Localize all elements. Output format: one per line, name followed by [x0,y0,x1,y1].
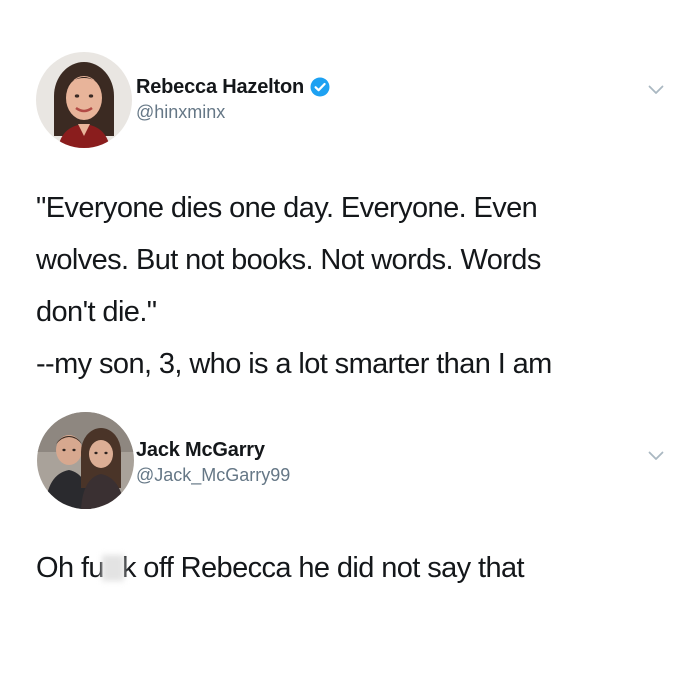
tweet-text-line: --my son, 3, who is a lot smarter than I… [36,348,552,380]
avatar[interactable] [37,412,134,509]
display-name[interactable]: Jack McGarry [136,439,265,462]
censor-blur-icon [101,555,124,581]
profile-photo-couple-icon [37,412,134,509]
display-name-row: Jack McGarry [136,437,290,463]
tweet-text-line: don't die." [36,296,157,328]
tweet-text: Oh fu k off Rebecca he did not say that [36,542,676,594]
handle[interactable]: @hinxminx [136,102,330,123]
display-name-row: Rebecca Hazelton [136,74,330,100]
tweet-text-before-censor: Oh fu [36,552,105,584]
display-name[interactable]: Rebecca Hazelton [136,76,304,99]
verified-badge-icon [310,77,330,97]
tweet-text-line: "Everyone dies one day. Everyone. Even [36,192,538,224]
chevron-down-icon[interactable] [648,82,664,94]
tweet-author: Rebecca Hazelton @hinxminx [136,74,330,123]
avatar[interactable] [36,52,132,148]
tweet-text: "Everyone dies one day. Everyone. Even w… [36,182,676,390]
tweet-text-line: wolves. But not books. Not words. Words [36,244,541,276]
tweet-author: Jack McGarry @Jack_McGarry99 [136,437,290,486]
profile-photo-woman-icon [36,52,132,148]
chevron-down-icon[interactable] [648,448,664,460]
tweet-text-after-censor: k off Rebecca he did not say that [121,552,525,584]
handle[interactable]: @Jack_McGarry99 [136,465,290,486]
